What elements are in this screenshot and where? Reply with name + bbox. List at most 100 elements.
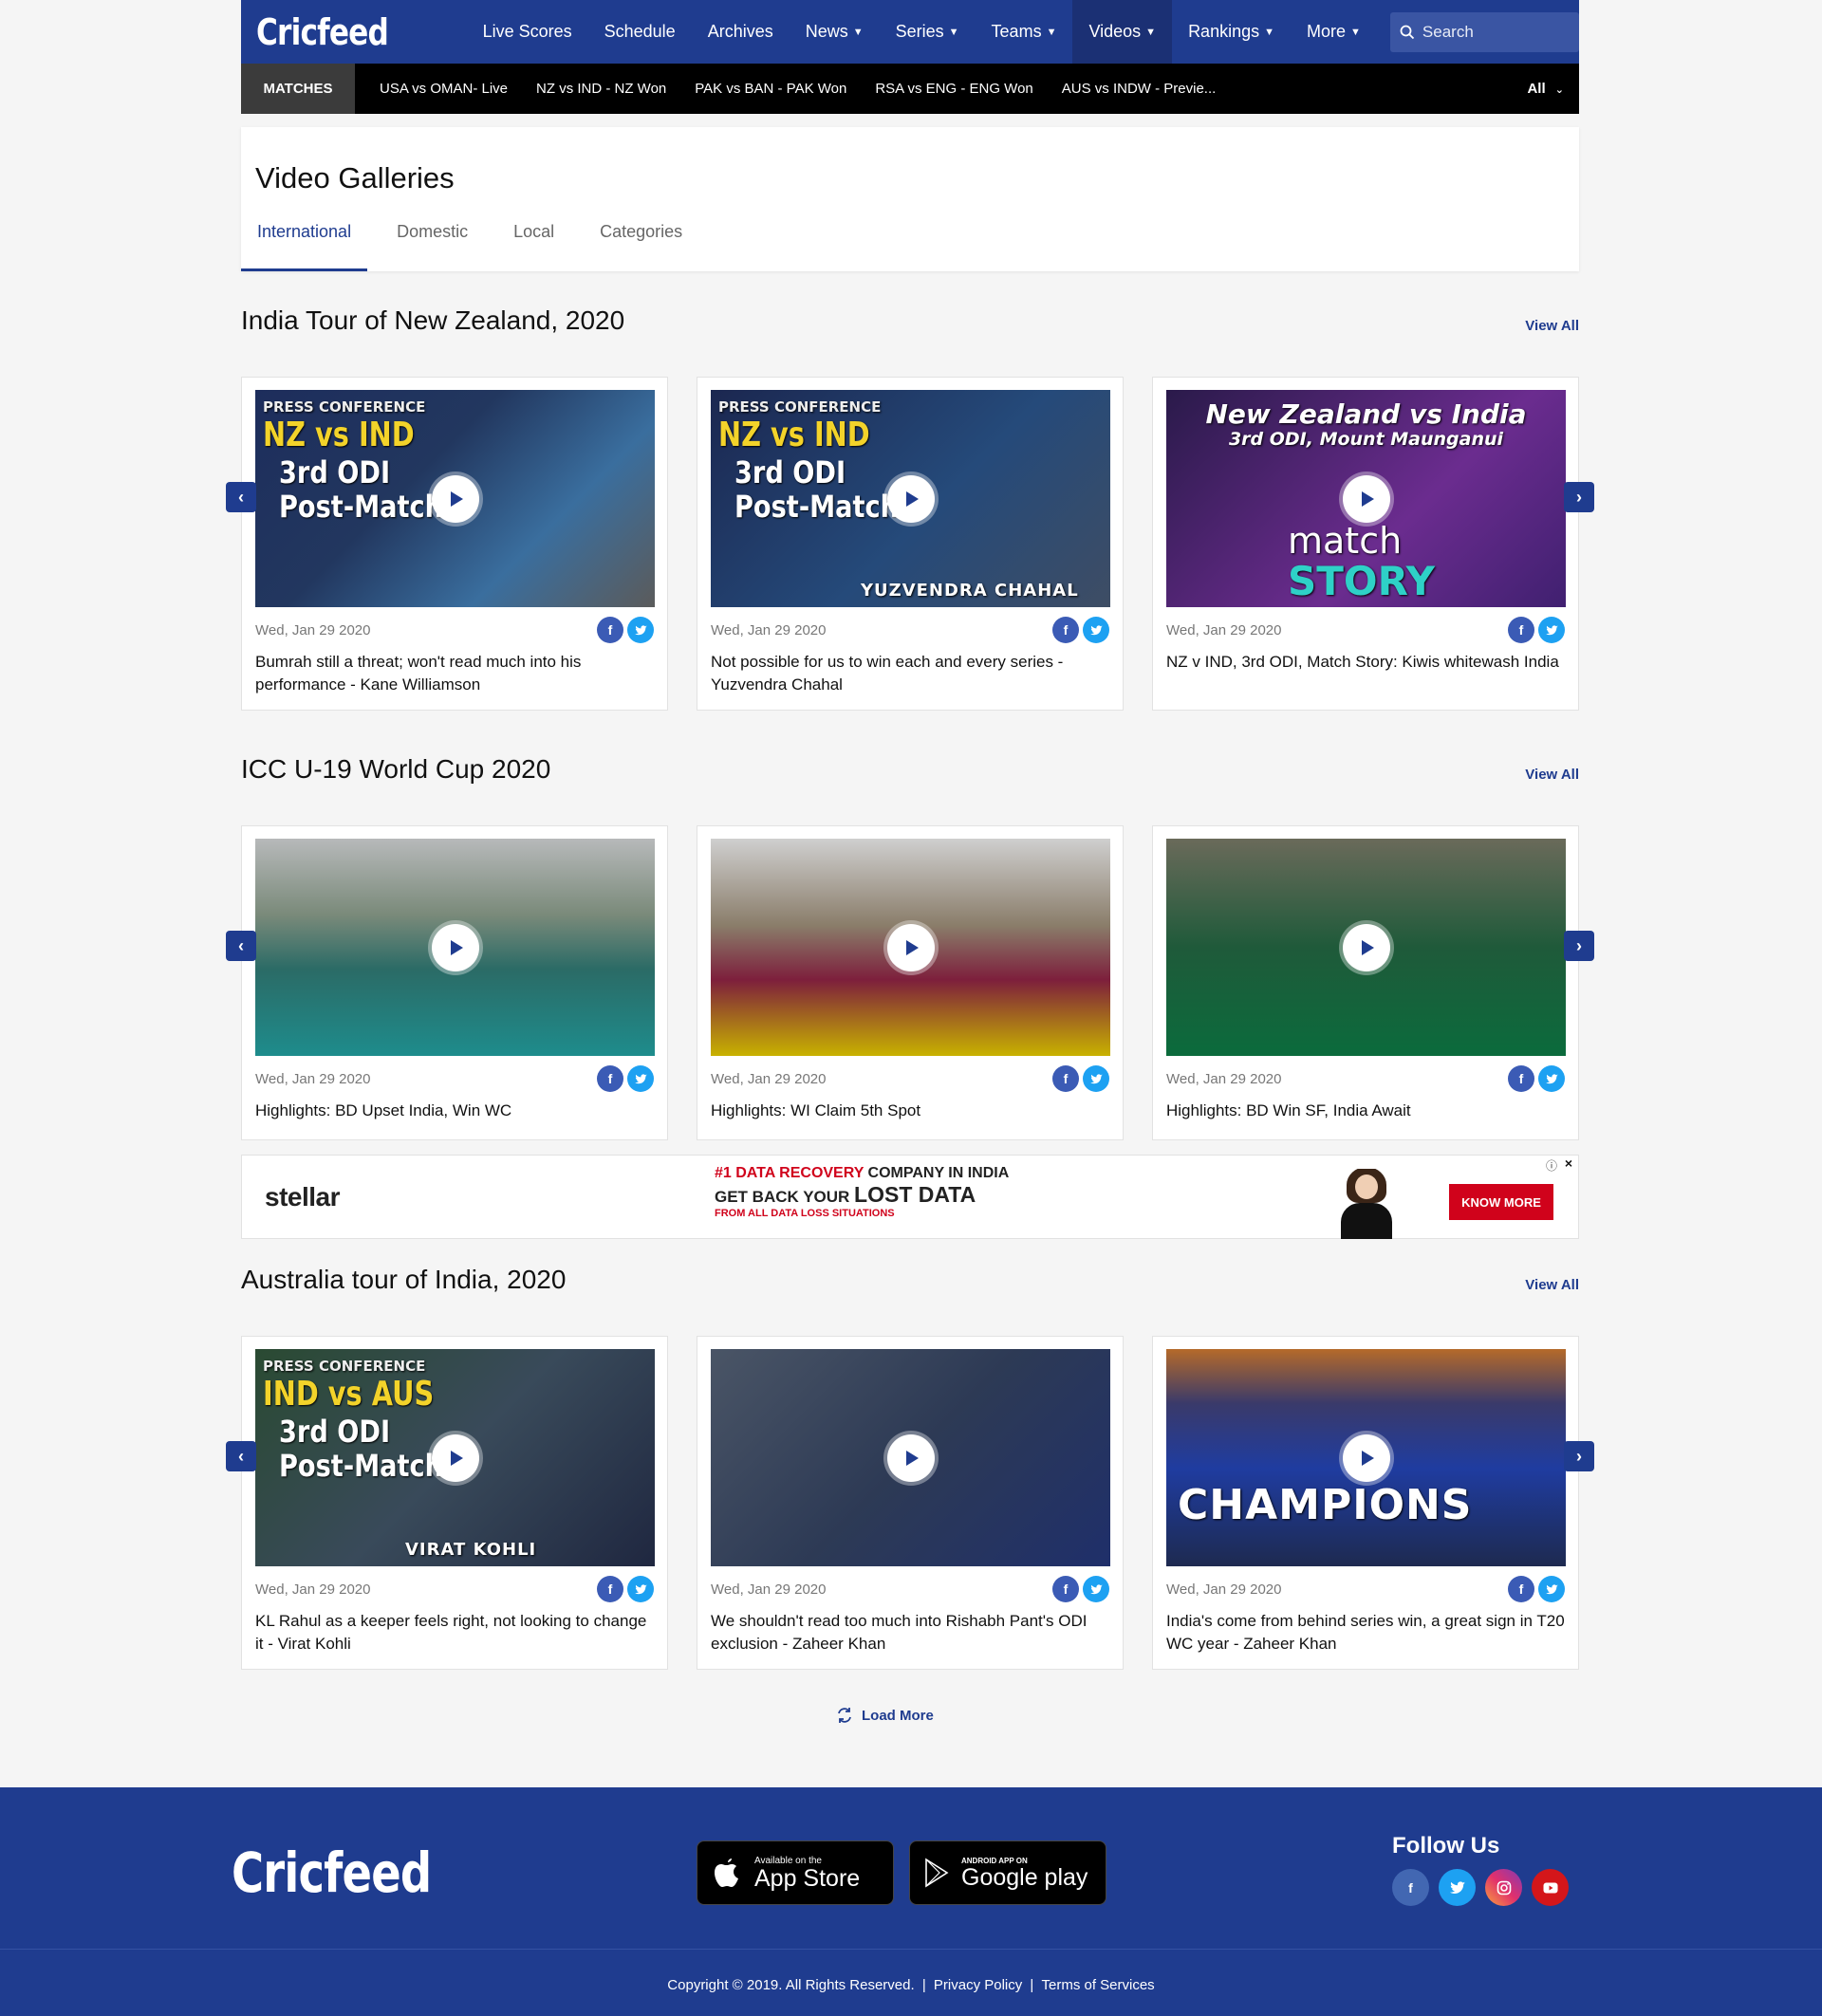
twitter-share-icon[interactable]	[1538, 1065, 1565, 1092]
twitter-share-icon[interactable]	[1083, 1576, 1109, 1602]
facebook-share-icon[interactable]: f	[1052, 1065, 1079, 1092]
carousel-prev-button[interactable]: ‹	[226, 1441, 256, 1471]
terms-of-service-link[interactable]: Terms of Services	[1041, 1977, 1154, 1993]
facebook-share-icon[interactable]: f	[1508, 1576, 1534, 1602]
view-all-link[interactable]: View All	[1525, 318, 1579, 334]
app-store-button[interactable]: Available on the App Store	[697, 1840, 894, 1905]
twitter-icon[interactable]	[1439, 1869, 1476, 1906]
video-thumbnail[interactable]: PRESS CONFERENCE IND vs AUS 3rd ODI Post-Ma…	[255, 1349, 655, 1566]
video-thumbnail[interactable]	[711, 1349, 1110, 1566]
twitter-share-icon[interactable]	[627, 1576, 654, 1602]
nav-rankings[interactable]: Rankings ▼	[1172, 0, 1291, 64]
play-icon[interactable]	[886, 474, 935, 523]
video-thumbnail[interactable]	[255, 839, 655, 1056]
facebook-share-icon[interactable]: f	[597, 617, 623, 643]
match-link[interactable]: PAK vs BAN - PAK Won	[695, 81, 846, 97]
video-card[interactable]: Wed, Jan 29 2020 f Highlights: BD Upset In…	[241, 825, 668, 1140]
video-card[interactable]: Wed, Jan 29 2020 f We shouldn't read too m…	[697, 1336, 1124, 1670]
advertisement-banner[interactable]: stellar #1 DATA RECOVERY COMPANY IN INDI…	[241, 1155, 1579, 1239]
match-link[interactable]: NZ vs IND - NZ Won	[536, 81, 666, 97]
video-title[interactable]: Bumrah still a threat; won't read much i…	[255, 651, 654, 696]
tab-categories[interactable]: Categories	[584, 222, 698, 271]
view-all-link[interactable]: View All	[1525, 1277, 1579, 1293]
twitter-share-icon[interactable]	[1083, 617, 1109, 643]
video-card[interactable]: PRESS CONFERENCE NZ vs IND 3rd ODI Post-Mat…	[241, 377, 668, 711]
play-icon[interactable]	[431, 474, 479, 523]
ad-info-icon[interactable]: ⓘ	[1546, 1157, 1557, 1174]
facebook-share-icon[interactable]: f	[1052, 617, 1079, 643]
video-title[interactable]: Not possible for us to win each and ever…	[711, 651, 1109, 696]
video-title[interactable]: Highlights: BD Win SF, India Await	[1166, 1100, 1565, 1122]
video-thumbnail[interactable]: CHAMPIONS	[1166, 1349, 1566, 1566]
video-thumbnail[interactable]: PRESS CONFERENCE NZ vs IND 3rd ODI Post-Mat…	[255, 390, 655, 607]
video-thumbnail[interactable]: PRESS CONFERENCE NZ vs IND 3rd ODI Post-Mat…	[711, 390, 1110, 607]
ad-close-icon[interactable]: ×	[1565, 1156, 1572, 1171]
play-icon[interactable]	[1342, 474, 1390, 523]
facebook-share-icon[interactable]: f	[1052, 1576, 1079, 1602]
facebook-share-icon[interactable]: f	[1508, 617, 1534, 643]
tab-domestic[interactable]: Domestic	[381, 222, 484, 271]
twitter-share-icon[interactable]	[627, 1065, 654, 1092]
video-title[interactable]: NZ v IND, 3rd ODI, Match Story: Kiwis wh…	[1166, 651, 1565, 674]
video-title[interactable]: We shouldn't read too much into Rishabh …	[711, 1610, 1109, 1655]
match-link[interactable]: USA vs OMAN- Live	[380, 81, 508, 97]
video-title[interactable]: India's come from behind series win, a g…	[1166, 1610, 1565, 1655]
play-icon[interactable]	[886, 923, 935, 971]
privacy-policy-link[interactable]: Privacy Policy	[934, 1977, 1022, 1993]
youtube-icon[interactable]	[1532, 1869, 1569, 1906]
nav-teams[interactable]: Teams ▼	[976, 0, 1073, 64]
video-card[interactable]: PRESS CONFERENCE IND vs AUS 3rd ODI Post-Ma…	[241, 1336, 668, 1670]
carousel-prev-button[interactable]: ‹	[226, 482, 256, 512]
facebook-share-icon[interactable]: f	[1508, 1065, 1534, 1092]
tab-international[interactable]: International	[241, 222, 368, 271]
nav-news[interactable]: News ▼	[790, 0, 880, 64]
ad-cta-button[interactable]: KNOW MORE	[1449, 1184, 1553, 1220]
search-input[interactable]	[1422, 22, 1574, 42]
matches-label: MATCHES	[241, 64, 355, 114]
site-logo[interactable]: Cricfeed	[256, 11, 429, 53]
nav-archives[interactable]: Archives	[692, 0, 790, 64]
carousel-next-button[interactable]: ›	[1564, 1441, 1594, 1471]
search-box[interactable]	[1389, 11, 1579, 52]
video-card[interactable]: Wed, Jan 29 2020 f Highlights: BD Win SF, …	[1152, 825, 1579, 1140]
match-link[interactable]: RSA vs ENG - ENG Won	[875, 81, 1032, 97]
match-filter-dropdown[interactable]: All ⌄	[1527, 81, 1564, 97]
video-title[interactable]: Highlights: BD Upset India, Win WC	[255, 1100, 654, 1122]
match-link[interactable]: AUS vs INDW - Previe...	[1062, 81, 1217, 97]
carousel-next-button[interactable]: ›	[1564, 931, 1594, 961]
play-icon[interactable]	[1342, 923, 1390, 971]
facebook-icon[interactable]: f	[1392, 1869, 1429, 1906]
facebook-share-icon[interactable]: f	[597, 1576, 623, 1602]
nav-series[interactable]: Series ▼	[880, 0, 976, 64]
video-thumbnail[interactable]	[1166, 839, 1566, 1056]
video-card[interactable]: CHAMPIONS Wed, Jan 29 2020 f India's come f…	[1152, 1336, 1579, 1670]
carousel-prev-button[interactable]: ‹	[226, 931, 256, 961]
video-title[interactable]: Highlights: WI Claim 5th Spot	[711, 1100, 1109, 1122]
play-icon[interactable]	[431, 923, 479, 971]
nav-live-scores[interactable]: Live Scores	[467, 0, 588, 64]
footer-logo[interactable]: Cricfeed	[232, 1840, 432, 1905]
video-title[interactable]: KL Rahul as a keeper feels right, not lo…	[255, 1610, 654, 1655]
twitter-share-icon[interactable]	[1538, 1576, 1565, 1602]
play-icon[interactable]	[431, 1433, 479, 1482]
nav-more[interactable]: More ▼	[1291, 0, 1377, 64]
tab-local[interactable]: Local	[497, 222, 570, 271]
twitter-share-icon[interactable]	[1083, 1065, 1109, 1092]
video-thumbnail[interactable]	[711, 839, 1110, 1056]
twitter-share-icon[interactable]	[627, 617, 654, 643]
video-thumbnail[interactable]: New Zealand vs India 3rd ODI, Mount Maung…	[1166, 390, 1566, 607]
google-play-button[interactable]: ANDROID APP ON Google play	[909, 1840, 1106, 1905]
video-card[interactable]: Wed, Jan 29 2020 f Highlights: WI Claim 5t…	[697, 825, 1124, 1140]
facebook-share-icon[interactable]: f	[597, 1065, 623, 1092]
load-more-button[interactable]: Load More	[835, 1706, 934, 1725]
view-all-link[interactable]: View All	[1525, 767, 1579, 783]
video-card[interactable]: PRESS CONFERENCE NZ vs IND 3rd ODI Post-Mat…	[697, 377, 1124, 711]
nav-schedule[interactable]: Schedule	[588, 0, 692, 64]
play-icon[interactable]	[1342, 1433, 1390, 1482]
play-icon[interactable]	[886, 1433, 935, 1482]
instagram-icon[interactable]	[1485, 1869, 1522, 1906]
video-card[interactable]: New Zealand vs India 3rd ODI, Mount Maung…	[1152, 377, 1579, 711]
twitter-share-icon[interactable]	[1538, 617, 1565, 643]
nav-videos[interactable]: Videos ▼	[1072, 0, 1173, 64]
carousel-next-button[interactable]: ›	[1564, 482, 1594, 512]
